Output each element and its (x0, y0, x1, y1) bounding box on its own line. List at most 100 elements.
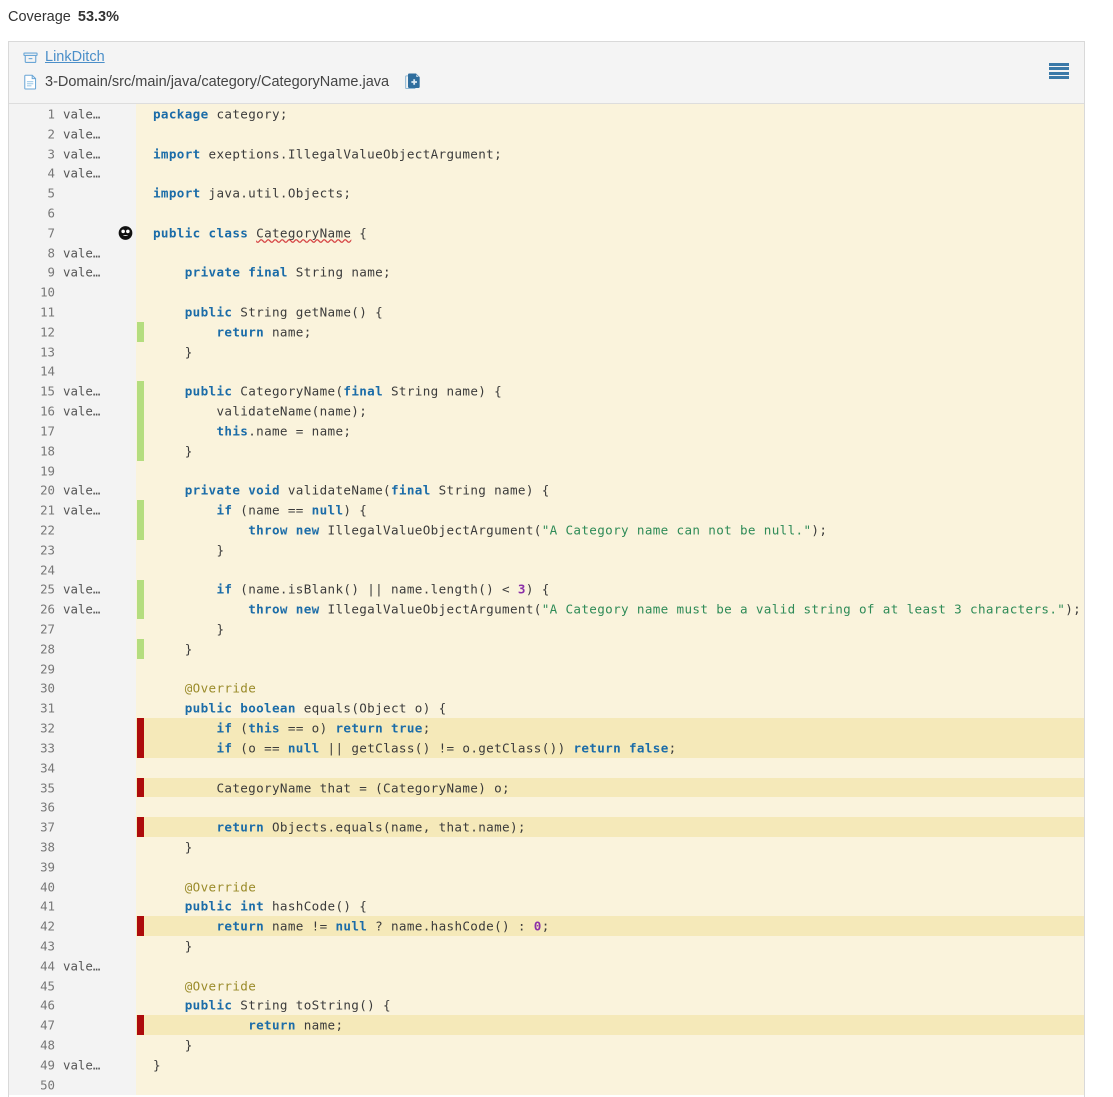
code-line-row[interactable]: 15 vale… public CategoryName(final String… (9, 381, 1084, 402)
line-number: 18 (40, 443, 55, 459)
code-line-row[interactable]: 14 (9, 361, 1084, 382)
code-line-row[interactable]: 46 public String toString() { (9, 995, 1084, 1016)
line-author[interactable]: vale… (63, 503, 100, 518)
line-gutter: 29 (9, 658, 136, 679)
line-number: 21 (40, 502, 55, 518)
line-author[interactable]: vale… (63, 483, 100, 498)
line-author[interactable]: vale… (63, 582, 100, 597)
code-line-row[interactable]: 5 import java.util.Objects; (9, 183, 1084, 204)
code-line-row[interactable]: 28 } (9, 638, 1084, 659)
code-line-text: if (name.isBlank() || name.length() < 3)… (216, 581, 550, 597)
code-line-row[interactable]: 47 return name; (9, 1015, 1084, 1036)
line-author[interactable]: vale… (63, 602, 100, 617)
code-line-row[interactable]: 20 vale… private void validateName(final … (9, 480, 1084, 501)
code-line-row[interactable]: 22 throw new IllegalValueObjectArgument(… (9, 520, 1084, 540)
hamburger-bar (1049, 63, 1069, 66)
line-author[interactable]: vale… (63, 958, 100, 973)
code-line-row[interactable]: 10 (9, 282, 1084, 303)
code-line-row[interactable]: 29 (9, 658, 1084, 679)
code-line-row[interactable]: 39 (9, 856, 1084, 877)
code-line-row[interactable]: 21 vale… if (name == null) { (9, 500, 1084, 521)
line-gutter: 19 (9, 460, 136, 481)
coverage-label: Coverage (8, 9, 71, 25)
copy-file-icon[interactable] (405, 73, 421, 90)
line-number: 27 (40, 621, 55, 637)
code-line-row[interactable]: 42 return name != null ? name.hashCode()… (9, 916, 1084, 937)
code-line-row[interactable]: 6 (9, 203, 1084, 223)
line-number: 22 (40, 522, 55, 538)
code-line-row[interactable]: 31 public boolean equals(Object o) { (9, 698, 1084, 719)
line-author[interactable]: vale… (63, 404, 100, 419)
code-line-row[interactable]: 3 vale… import exeptions.IllegalValueObjec… (9, 143, 1084, 164)
code-line-text: } (153, 1037, 193, 1053)
code-line-row[interactable]: 7 public class CategoryName { (9, 222, 1084, 243)
code-line-row[interactable]: 1 vale… package category; (9, 104, 1084, 124)
line-author[interactable]: vale… (63, 166, 100, 181)
code-line-row[interactable]: 35 CategoryName that = (CategoryName) o; (9, 777, 1084, 798)
line-gutter: 10 (9, 282, 136, 303)
line-number: 44 (40, 958, 55, 974)
code-line-row[interactable]: 24 (9, 559, 1084, 580)
code-line-row[interactable]: 48 } (9, 1035, 1084, 1055)
code-line-row[interactable]: 12 return name; (9, 321, 1084, 342)
code-line-row[interactable]: 27 } (9, 619, 1084, 639)
code-line-row[interactable]: 33 if (o == null || getClass() != o.getC… (9, 738, 1084, 758)
code-line-row[interactable]: 30 @Override (9, 678, 1084, 699)
line-gutter: 20 vale… (9, 480, 136, 501)
code-line-text: public class CategoryName { (153, 225, 368, 241)
line-author[interactable]: vale… (63, 245, 100, 260)
line-number: 36 (40, 799, 55, 815)
code-line-row[interactable]: 32 if (this == o) return true; (9, 718, 1084, 738)
code-line-row[interactable]: 37 return Objects.equals(name, that.name… (9, 817, 1084, 838)
code-line-row[interactable]: 9 vale… private final String name; (9, 262, 1084, 283)
line-number: 45 (40, 978, 55, 994)
code-line-row[interactable]: 4 vale… (9, 163, 1084, 184)
code-line-row[interactable]: 44 vale… (9, 955, 1084, 976)
code-line-row[interactable]: 50 (9, 1074, 1084, 1095)
code-line-row[interactable]: 45 @Override (9, 975, 1084, 996)
code-line-row[interactable]: 38 } (9, 837, 1084, 857)
source-code-viewer[interactable]: 1 vale… package category; 2 vale… 3 vale… impor… (9, 104, 1084, 1095)
code-line-row[interactable]: 26 vale… throw new IllegalValueObjectArgu… (9, 599, 1084, 620)
line-author[interactable]: vale… (63, 384, 100, 399)
hamburger-menu-icon[interactable] (1049, 63, 1069, 79)
coverage-bar-uncovered (137, 738, 144, 758)
code-line-text: private void validateName(final String n… (184, 482, 550, 498)
code-line-row[interactable]: 13 } (9, 341, 1084, 362)
code-line-row[interactable]: 11 public String getName() { (9, 302, 1084, 322)
project-link[interactable]: LinkDitch (45, 49, 105, 65)
line-number: 9 (47, 264, 55, 280)
breadcrumb-project: LinkDitch (23, 49, 105, 65)
code-line-row[interactable]: 23 } (9, 539, 1084, 560)
code-line-row[interactable]: 41 public int hashCode() { (9, 896, 1084, 917)
line-author[interactable]: vale… (63, 265, 100, 280)
line-number: 16 (40, 403, 55, 419)
code-line-row[interactable]: 49 vale…} (9, 1055, 1084, 1075)
code-line-row[interactable]: 36 (9, 797, 1084, 818)
mutation-skull-icon[interactable] (118, 225, 133, 240)
code-line-row[interactable]: 16 vale… validateName(name); (9, 401, 1084, 421)
line-gutter: 36 (9, 797, 136, 818)
line-number: 15 (40, 383, 55, 399)
code-line-row[interactable]: 2 vale… (9, 123, 1084, 144)
line-author[interactable]: vale… (63, 146, 100, 161)
code-line-text: } (153, 621, 225, 637)
code-line-row[interactable]: 8 vale… (9, 242, 1084, 263)
code-line-row[interactable]: 43 } (9, 936, 1084, 956)
line-number: 48 (40, 1037, 55, 1053)
line-gutter: 9 vale… (9, 262, 136, 283)
coverage-bar-covered (137, 638, 144, 659)
code-line-row[interactable]: 25 vale… if (name.isBlank() || name.lengt… (9, 579, 1084, 600)
line-author[interactable]: vale… (63, 126, 100, 141)
line-number: 29 (40, 661, 55, 677)
line-author[interactable]: vale… (63, 106, 100, 121)
line-gutter: 28 (9, 638, 136, 659)
line-author[interactable]: vale… (63, 1057, 100, 1072)
line-gutter: 43 (9, 936, 136, 956)
code-line-row[interactable]: 34 (9, 757, 1084, 778)
code-line-row[interactable]: 17 this.name = name; (9, 421, 1084, 441)
code-line-row[interactable]: 18 } (9, 440, 1084, 461)
line-number: 6 (47, 205, 55, 221)
code-line-row[interactable]: 19 (9, 460, 1084, 481)
code-line-row[interactable]: 40 @Override (9, 876, 1084, 897)
